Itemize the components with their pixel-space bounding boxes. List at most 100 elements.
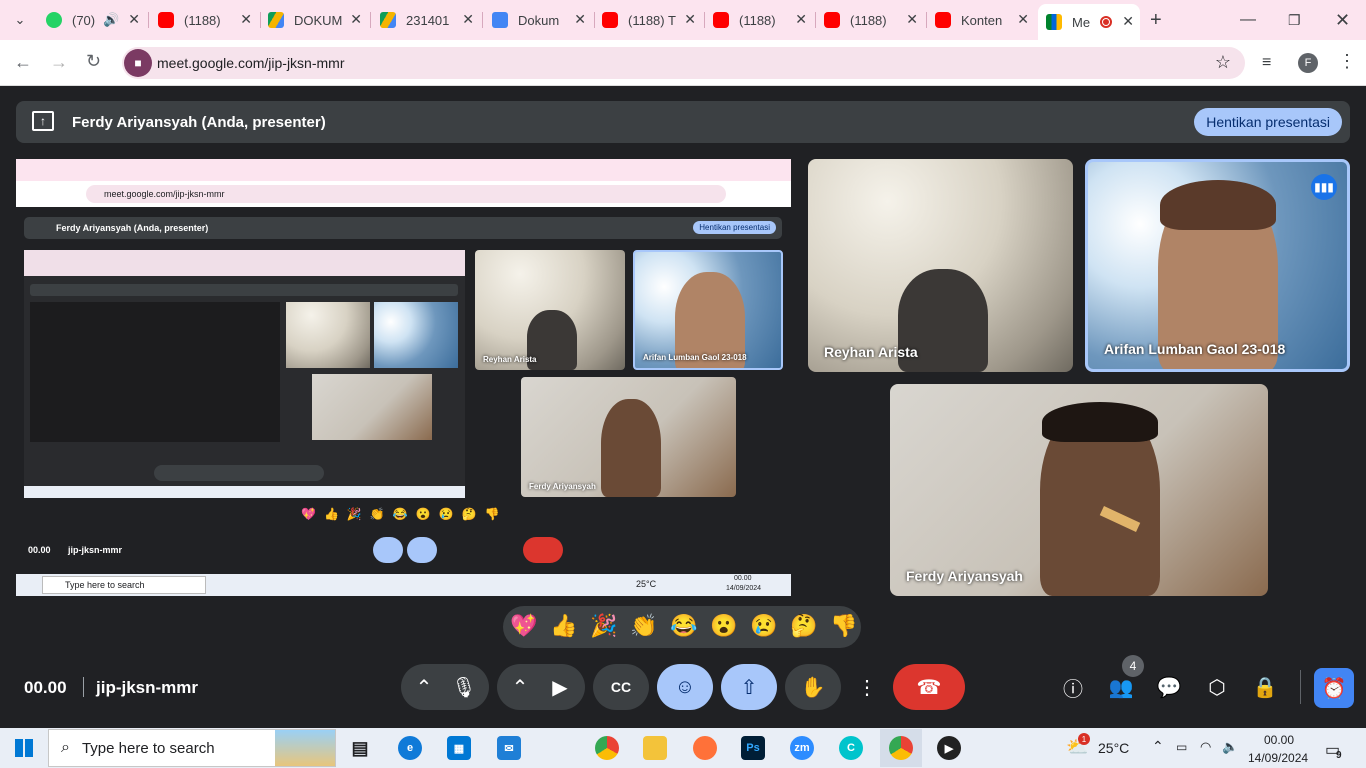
close-tab-icon[interactable]: ✕ xyxy=(574,11,586,28)
battery-icon[interactable]: ▭ xyxy=(1176,740,1187,754)
media-control-icon[interactable]: ≡ xyxy=(1262,54,1271,72)
windows-start-icon[interactable] xyxy=(15,739,33,757)
tab-meet[interactable]: Me ✕ xyxy=(1038,4,1140,40)
participant-count-badge: 4 xyxy=(1122,655,1144,677)
volume-icon[interactable]: 🔈 xyxy=(1222,739,1238,755)
tab-whatsapp[interactable]: (70) 🔊 ✕ xyxy=(46,6,146,34)
edge-icon[interactable]: e xyxy=(398,736,422,760)
captions-button[interactable]: CC xyxy=(593,664,649,710)
close-tab-icon[interactable]: ✕ xyxy=(906,11,918,28)
close-tab-icon[interactable]: ✕ xyxy=(1122,13,1134,30)
microphone-icon[interactable]: 🎙 xyxy=(444,664,484,710)
forward-arrow-icon[interactable]: → xyxy=(50,52,68,73)
notification-count: 9 xyxy=(1336,750,1342,761)
close-tab-icon[interactable]: ✕ xyxy=(684,11,696,28)
tab-search-button[interactable]: ⌄ xyxy=(6,6,34,34)
camera-site-icon[interactable]: ■ xyxy=(124,49,152,77)
stop-presenting-button[interactable]: Hentikan presentasi xyxy=(1194,108,1342,136)
youtube-icon xyxy=(713,12,729,28)
host-controls-icon[interactable]: 🔒 xyxy=(1245,664,1285,710)
speaking-indicator-icon: ▮▮▮ xyxy=(1311,174,1337,200)
media-player-icon[interactable]: ▶ xyxy=(937,736,961,760)
new-tab-button[interactable]: + xyxy=(1150,6,1172,34)
tab-youtube-4[interactable]: (1188) ✕ xyxy=(824,6,924,34)
canva-icon[interactable]: C xyxy=(839,736,863,760)
chrome-profile-icon[interactable] xyxy=(889,736,913,760)
camera-options-chevron-icon[interactable]: ⌃ xyxy=(500,664,540,710)
chevron-down-icon: ⌄ xyxy=(14,12,26,27)
speaker-icon[interactable]: 🔊 xyxy=(103,12,119,28)
close-tab-icon[interactable]: ✕ xyxy=(128,11,140,28)
preview-controls xyxy=(243,537,563,563)
reaction-heart[interactable]: 💖 xyxy=(510,613,537,639)
preview-presenting-banner: Ferdy Ariyansyah (Anda, presenter) Henti… xyxy=(24,217,782,239)
tab-docs[interactable]: Dokum ✕ xyxy=(492,6,592,34)
close-tab-icon[interactable]: ✕ xyxy=(1017,11,1029,28)
tab-drive-1[interactable]: DOKUM ✕ xyxy=(268,6,368,34)
taskbar-search-box[interactable]: ⌕ Type here to search xyxy=(48,729,336,767)
activities-icon[interactable]: ⬡ xyxy=(1197,664,1237,710)
chat-icon[interactable]: 💬 xyxy=(1149,664,1189,710)
firefox-icon[interactable] xyxy=(693,736,717,760)
present-screen-button[interactable]: ⇧ xyxy=(721,664,777,710)
mail-icon[interactable]: ✉ xyxy=(497,736,521,760)
zoom-icon[interactable]: zm xyxy=(790,736,814,760)
tab-youtube-3[interactable]: (1188) ✕ xyxy=(713,6,813,34)
search-icon: ⌕ xyxy=(61,739,70,756)
close-tab-icon[interactable]: ✕ xyxy=(462,11,474,28)
reaction-party[interactable]: 🎉 xyxy=(590,613,617,639)
reaction-laugh[interactable]: 😂 xyxy=(670,613,697,639)
meeting-code: jip-jksn-mmr xyxy=(96,678,199,697)
tab-drive-2[interactable]: 231401 ✕ xyxy=(380,6,480,34)
clock-date[interactable]: 14/09/2024 xyxy=(1248,751,1308,765)
participant-tile-reyhan[interactable]: Reyhan Arista xyxy=(808,159,1073,372)
leave-call-button[interactable]: ☎ xyxy=(893,664,965,710)
preview-reactions: 💖👍🎉👏😂😮😢🤔👎 xyxy=(301,507,508,521)
google-drive-icon xyxy=(268,12,284,28)
reaction-sad[interactable]: 😢 xyxy=(750,613,777,639)
tab-strip: ⌄ (70) 🔊 ✕ (1188) ✕ DOKUM ✕ 231401 ✕ Dok… xyxy=(0,0,1366,40)
participant-tile-ferdy[interactable]: Ferdy Ariyansyah xyxy=(890,384,1268,596)
camera-icon[interactable]: ▶ xyxy=(540,664,580,710)
close-window-button[interactable]: ✕ xyxy=(1335,6,1350,34)
reaction-thinking[interactable]: 🤔 xyxy=(790,613,817,639)
photoshop-icon[interactable]: Ps xyxy=(741,736,765,760)
tab-youtube-2[interactable]: (1188) T ✕ xyxy=(602,6,702,34)
reaction-surprised[interactable]: 😮 xyxy=(710,613,737,639)
tab-youtube-1[interactable]: (1188) ✕ xyxy=(158,6,258,34)
reload-icon[interactable]: ↻ xyxy=(86,51,101,72)
address-bar[interactable]: ■ meet.google.com/jip-jksn-mmr ☆ xyxy=(122,47,1245,79)
weather-temperature: 25°C xyxy=(1098,740,1130,756)
reaction-clap[interactable]: 👏 xyxy=(630,613,657,639)
raise-hand-button[interactable]: ✋ xyxy=(785,664,841,710)
wifi-icon[interactable]: ◠ xyxy=(1200,739,1211,755)
close-tab-icon[interactable]: ✕ xyxy=(795,11,807,28)
tray-overflow-chevron-icon[interactable]: ⌃ xyxy=(1152,738,1164,755)
reaction-thumbs-down[interactable]: 👎 xyxy=(830,613,857,639)
restore-button[interactable]: ❐ xyxy=(1288,6,1301,34)
more-options-icon[interactable]: ⋮ xyxy=(847,664,887,710)
youtube-icon xyxy=(602,12,618,28)
youtube-icon xyxy=(824,12,840,28)
alarm-clock-icon[interactable]: ⏰ xyxy=(1314,668,1354,708)
preview-toolbar: meet.google.com/jip-jksn-mmr xyxy=(16,181,791,207)
menu-kebab-icon[interactable]: ⋮ xyxy=(1338,51,1356,72)
tab-youtube-konten[interactable]: Konten ✕ xyxy=(935,6,1035,34)
clock-time[interactable]: 00.00 xyxy=(1264,733,1294,747)
meeting-info-icon[interactable]: ⓘ xyxy=(1053,664,1093,710)
minimize-button[interactable]: — xyxy=(1240,6,1256,34)
bookmark-star-icon[interactable]: ☆ xyxy=(1215,52,1231,73)
store-icon[interactable]: ▦ xyxy=(447,736,471,760)
file-explorer-icon[interactable] xyxy=(643,736,667,760)
emoji-reactions-button[interactable]: ☺ xyxy=(657,664,713,710)
participant-tile-arifan[interactable]: ▮▮▮ Arifan Lumban Gaol 23-018 xyxy=(1085,159,1350,372)
chrome-icon[interactable] xyxy=(595,736,619,760)
profile-avatar[interactable]: F xyxy=(1298,53,1318,73)
preview-tile-arifan: Arifan Lumban Gaol 23-018 xyxy=(633,250,783,370)
mic-options-chevron-icon[interactable]: ⌃ xyxy=(404,664,444,710)
back-arrow-icon[interactable]: ← xyxy=(14,52,32,73)
close-tab-icon[interactable]: ✕ xyxy=(350,11,362,28)
close-tab-icon[interactable]: ✕ xyxy=(240,11,252,28)
task-view-icon[interactable]: ▤ xyxy=(348,736,372,760)
reaction-thumbs-up[interactable]: 👍 xyxy=(550,613,577,639)
